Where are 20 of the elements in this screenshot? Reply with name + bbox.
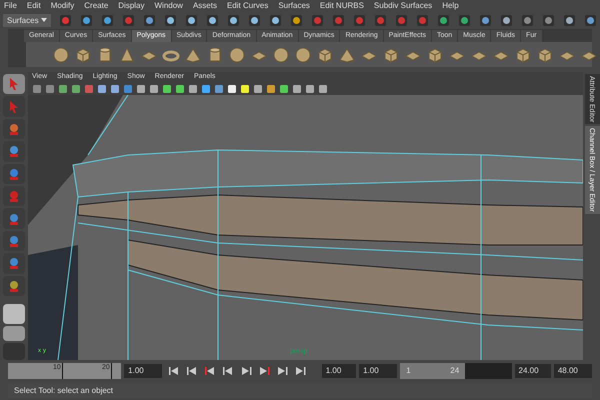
- range-start-label: 1: [406, 364, 411, 376]
- range-end-label: 24: [450, 364, 460, 376]
- playback-end-field[interactable]: 24.00: [514, 364, 551, 378]
- menu-item[interactable]: Edit NURBS: [320, 0, 364, 12]
- end-time-field[interactable]: 48.00: [554, 364, 592, 378]
- menu-item[interactable]: Subdiv Surfaces: [374, 0, 432, 12]
- menu-set-dropdown[interactable]: Surfaces: [3, 14, 51, 26]
- start-time-field[interactable]: 1.00: [322, 364, 356, 378]
- menu-item[interactable]: Create: [84, 0, 108, 12]
- menu-item[interactable]: Assets: [192, 0, 217, 12]
- menu-item[interactable]: File: [4, 0, 17, 12]
- current-time-field[interactable]: 1.00: [124, 364, 162, 378]
- menu-item[interactable]: Edit: [26, 0, 41, 12]
- playback-start-field[interactable]: 1.00: [359, 364, 398, 378]
- menu-item[interactable]: Display: [118, 0, 144, 12]
- menu-item[interactable]: Modify: [50, 0, 74, 12]
- menu-item[interactable]: Edit Curves: [226, 0, 268, 12]
- menu-item[interactable]: Window: [154, 0, 183, 12]
- menu-item[interactable]: Surfaces: [278, 0, 310, 12]
- menu-item[interactable]: Help: [442, 0, 459, 12]
